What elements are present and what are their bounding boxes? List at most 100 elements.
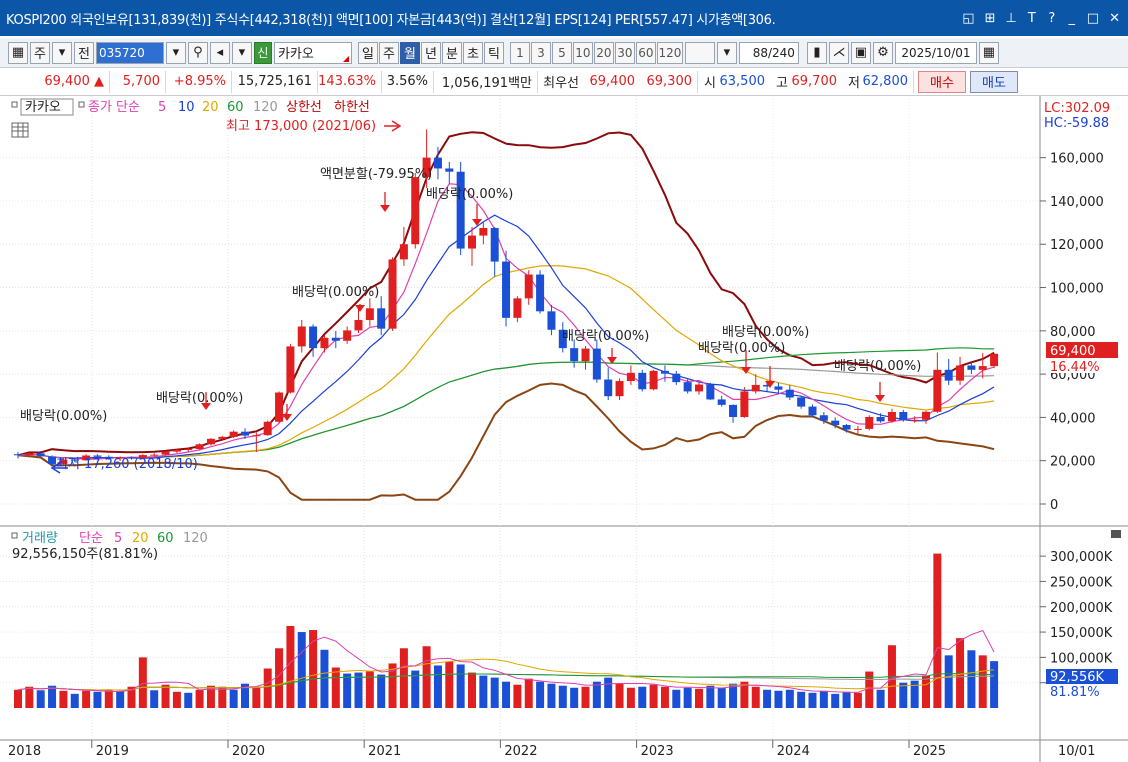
interval-tab-20[interactable]: 20 bbox=[593, 41, 614, 64]
volume-bar bbox=[626, 687, 635, 708]
candle-body bbox=[672, 373, 681, 383]
bar-count-field[interactable]: 88/240 bbox=[738, 41, 799, 64]
candle-body bbox=[320, 337, 329, 349]
volume-rate-tag: 81.81% bbox=[1050, 685, 1100, 700]
volume-tick-label: 100,000K bbox=[1050, 651, 1113, 666]
candle-body bbox=[808, 406, 817, 416]
upper-band-label: 상한선 bbox=[286, 100, 322, 115]
period-tab-3[interactable]: 년 bbox=[420, 41, 441, 64]
close-icon[interactable]: ✕ bbox=[1109, 11, 1120, 26]
speaker-icon[interactable]: ◂ bbox=[209, 41, 230, 64]
kind-select[interactable]: 주 bbox=[30, 41, 50, 64]
volume-bar bbox=[706, 685, 715, 708]
candle-body bbox=[218, 436, 227, 439]
price-change: 5,700 bbox=[110, 70, 166, 93]
gear-icon[interactable]: ⚙ bbox=[872, 41, 893, 64]
sell-button[interactable]: 매도 bbox=[970, 70, 1018, 93]
interval-tab-1[interactable]: 1 bbox=[509, 41, 530, 64]
high-annotation: 최고 173,000 (2021/06) bbox=[226, 119, 376, 134]
volume-bar bbox=[456, 664, 465, 708]
interval-tab-3[interactable]: 3 bbox=[530, 41, 551, 64]
interval-tab-60[interactable]: 60 bbox=[635, 41, 656, 64]
interval-dropdown-icon[interactable]: ▾ bbox=[716, 41, 737, 64]
volume-bar bbox=[751, 686, 760, 708]
volume-bar bbox=[195, 689, 204, 708]
volume-bar bbox=[536, 681, 545, 708]
interval-tab-10[interactable]: 10 bbox=[572, 41, 593, 64]
period-tab-5[interactable]: 초 bbox=[462, 41, 483, 64]
vol-ma-label-60: 60 bbox=[157, 531, 174, 546]
high-price: 69,700 bbox=[791, 74, 838, 89]
help-icon[interactable]: ? bbox=[1047, 11, 1057, 26]
volume-bar bbox=[309, 630, 318, 708]
period-tab-0[interactable]: 일 bbox=[357, 41, 378, 64]
layout-icon[interactable]: ▦ bbox=[8, 41, 28, 64]
interval-tab-30[interactable]: 30 bbox=[614, 41, 635, 64]
candle-body bbox=[275, 392, 284, 422]
indicator-icon[interactable]: ⋌ bbox=[828, 41, 849, 64]
volume-bar bbox=[343, 673, 352, 708]
code-dropdown-icon[interactable]: ▾ bbox=[165, 41, 186, 64]
volume-bar bbox=[922, 675, 930, 708]
pin-icon[interactable]: ⊞ bbox=[985, 11, 996, 26]
volume-bar bbox=[59, 690, 68, 708]
maximize-icon[interactable]: □ bbox=[1087, 11, 1099, 26]
stock-name-box[interactable]: 카카오 bbox=[273, 41, 352, 64]
calendar-icon[interactable]: ▦ bbox=[978, 41, 999, 64]
candle-body bbox=[842, 424, 851, 430]
panel-menu-icon[interactable] bbox=[1111, 530, 1121, 538]
price-tick-label: 120,000 bbox=[1050, 238, 1104, 253]
save-icon[interactable]: ▣ bbox=[850, 41, 871, 64]
period-tab-4[interactable]: 분 bbox=[441, 41, 462, 64]
period-tab-2[interactable]: 월 bbox=[399, 41, 420, 64]
event-annotation: 배당락(0.00%) bbox=[156, 391, 243, 406]
search-icon[interactable]: ⚲ bbox=[187, 41, 208, 64]
date-field[interactable]: 2025/10/01 bbox=[894, 41, 977, 64]
volume-bar bbox=[967, 650, 976, 708]
current-price: 69,400 ▲ bbox=[6, 70, 110, 93]
candle-body bbox=[377, 308, 386, 329]
chart-svg[interactable]: 최고 173,000 (2021/06) 최저 17,260 (2018/10) 배… bbox=[0, 96, 1128, 762]
split-icon[interactable]: ⊥ bbox=[1005, 11, 1016, 26]
volume-bar bbox=[853, 692, 862, 708]
candle-type-icon[interactable]: ▮ bbox=[806, 41, 827, 64]
volume-bar bbox=[286, 625, 295, 708]
candle-body bbox=[785, 389, 794, 398]
volume-bar bbox=[933, 553, 942, 708]
volume-tick-label: 300,000K bbox=[1050, 550, 1113, 565]
interval-tab-5[interactable]: 5 bbox=[551, 41, 572, 64]
period-tab-1[interactable]: 주 bbox=[378, 41, 399, 64]
volume-bar bbox=[229, 689, 238, 708]
current-price-tag: 69,400 bbox=[1050, 344, 1096, 359]
interval-custom-input[interactable] bbox=[684, 41, 715, 64]
prev-button[interactable]: 전 bbox=[73, 41, 94, 64]
best-bid: 69,300 bbox=[640, 70, 698, 93]
candle-body bbox=[513, 298, 522, 318]
volume-bar bbox=[831, 693, 840, 708]
speaker-dropdown-icon[interactable]: ▾ bbox=[231, 41, 252, 64]
candle-body bbox=[990, 353, 999, 367]
buy-button[interactable]: 매수 bbox=[918, 70, 966, 93]
lower-band-label: 하한선 bbox=[334, 100, 370, 115]
volume-bar bbox=[14, 689, 22, 708]
restore-icon[interactable]: ◱ bbox=[962, 11, 974, 26]
stock-chart[interactable]: 최고 173,000 (2021/06) 최저 17,260 (2018/10) 배… bbox=[0, 96, 1128, 762]
stock-code-input[interactable] bbox=[95, 41, 164, 64]
interval-tab-120[interactable]: 120 bbox=[656, 41, 683, 64]
change-rate: +8.95% bbox=[166, 70, 232, 93]
volume-bar bbox=[683, 687, 692, 708]
candle-body bbox=[910, 419, 919, 421]
candle-body bbox=[229, 431, 238, 437]
volume-bar bbox=[422, 646, 431, 708]
candle-body bbox=[592, 348, 601, 380]
candle-body bbox=[853, 428, 862, 430]
minimize-icon[interactable]: _ bbox=[1067, 11, 1077, 26]
candle-body bbox=[184, 449, 193, 451]
candle-body bbox=[343, 330, 352, 341]
volume-bar bbox=[842, 691, 851, 708]
text-icon[interactable]: T bbox=[1027, 11, 1037, 26]
table-icon[interactable] bbox=[11, 122, 29, 138]
volume-bar bbox=[263, 668, 272, 708]
kind-dropdown-icon[interactable]: ▾ bbox=[51, 41, 72, 64]
period-tab-6[interactable]: 틱 bbox=[483, 41, 504, 64]
